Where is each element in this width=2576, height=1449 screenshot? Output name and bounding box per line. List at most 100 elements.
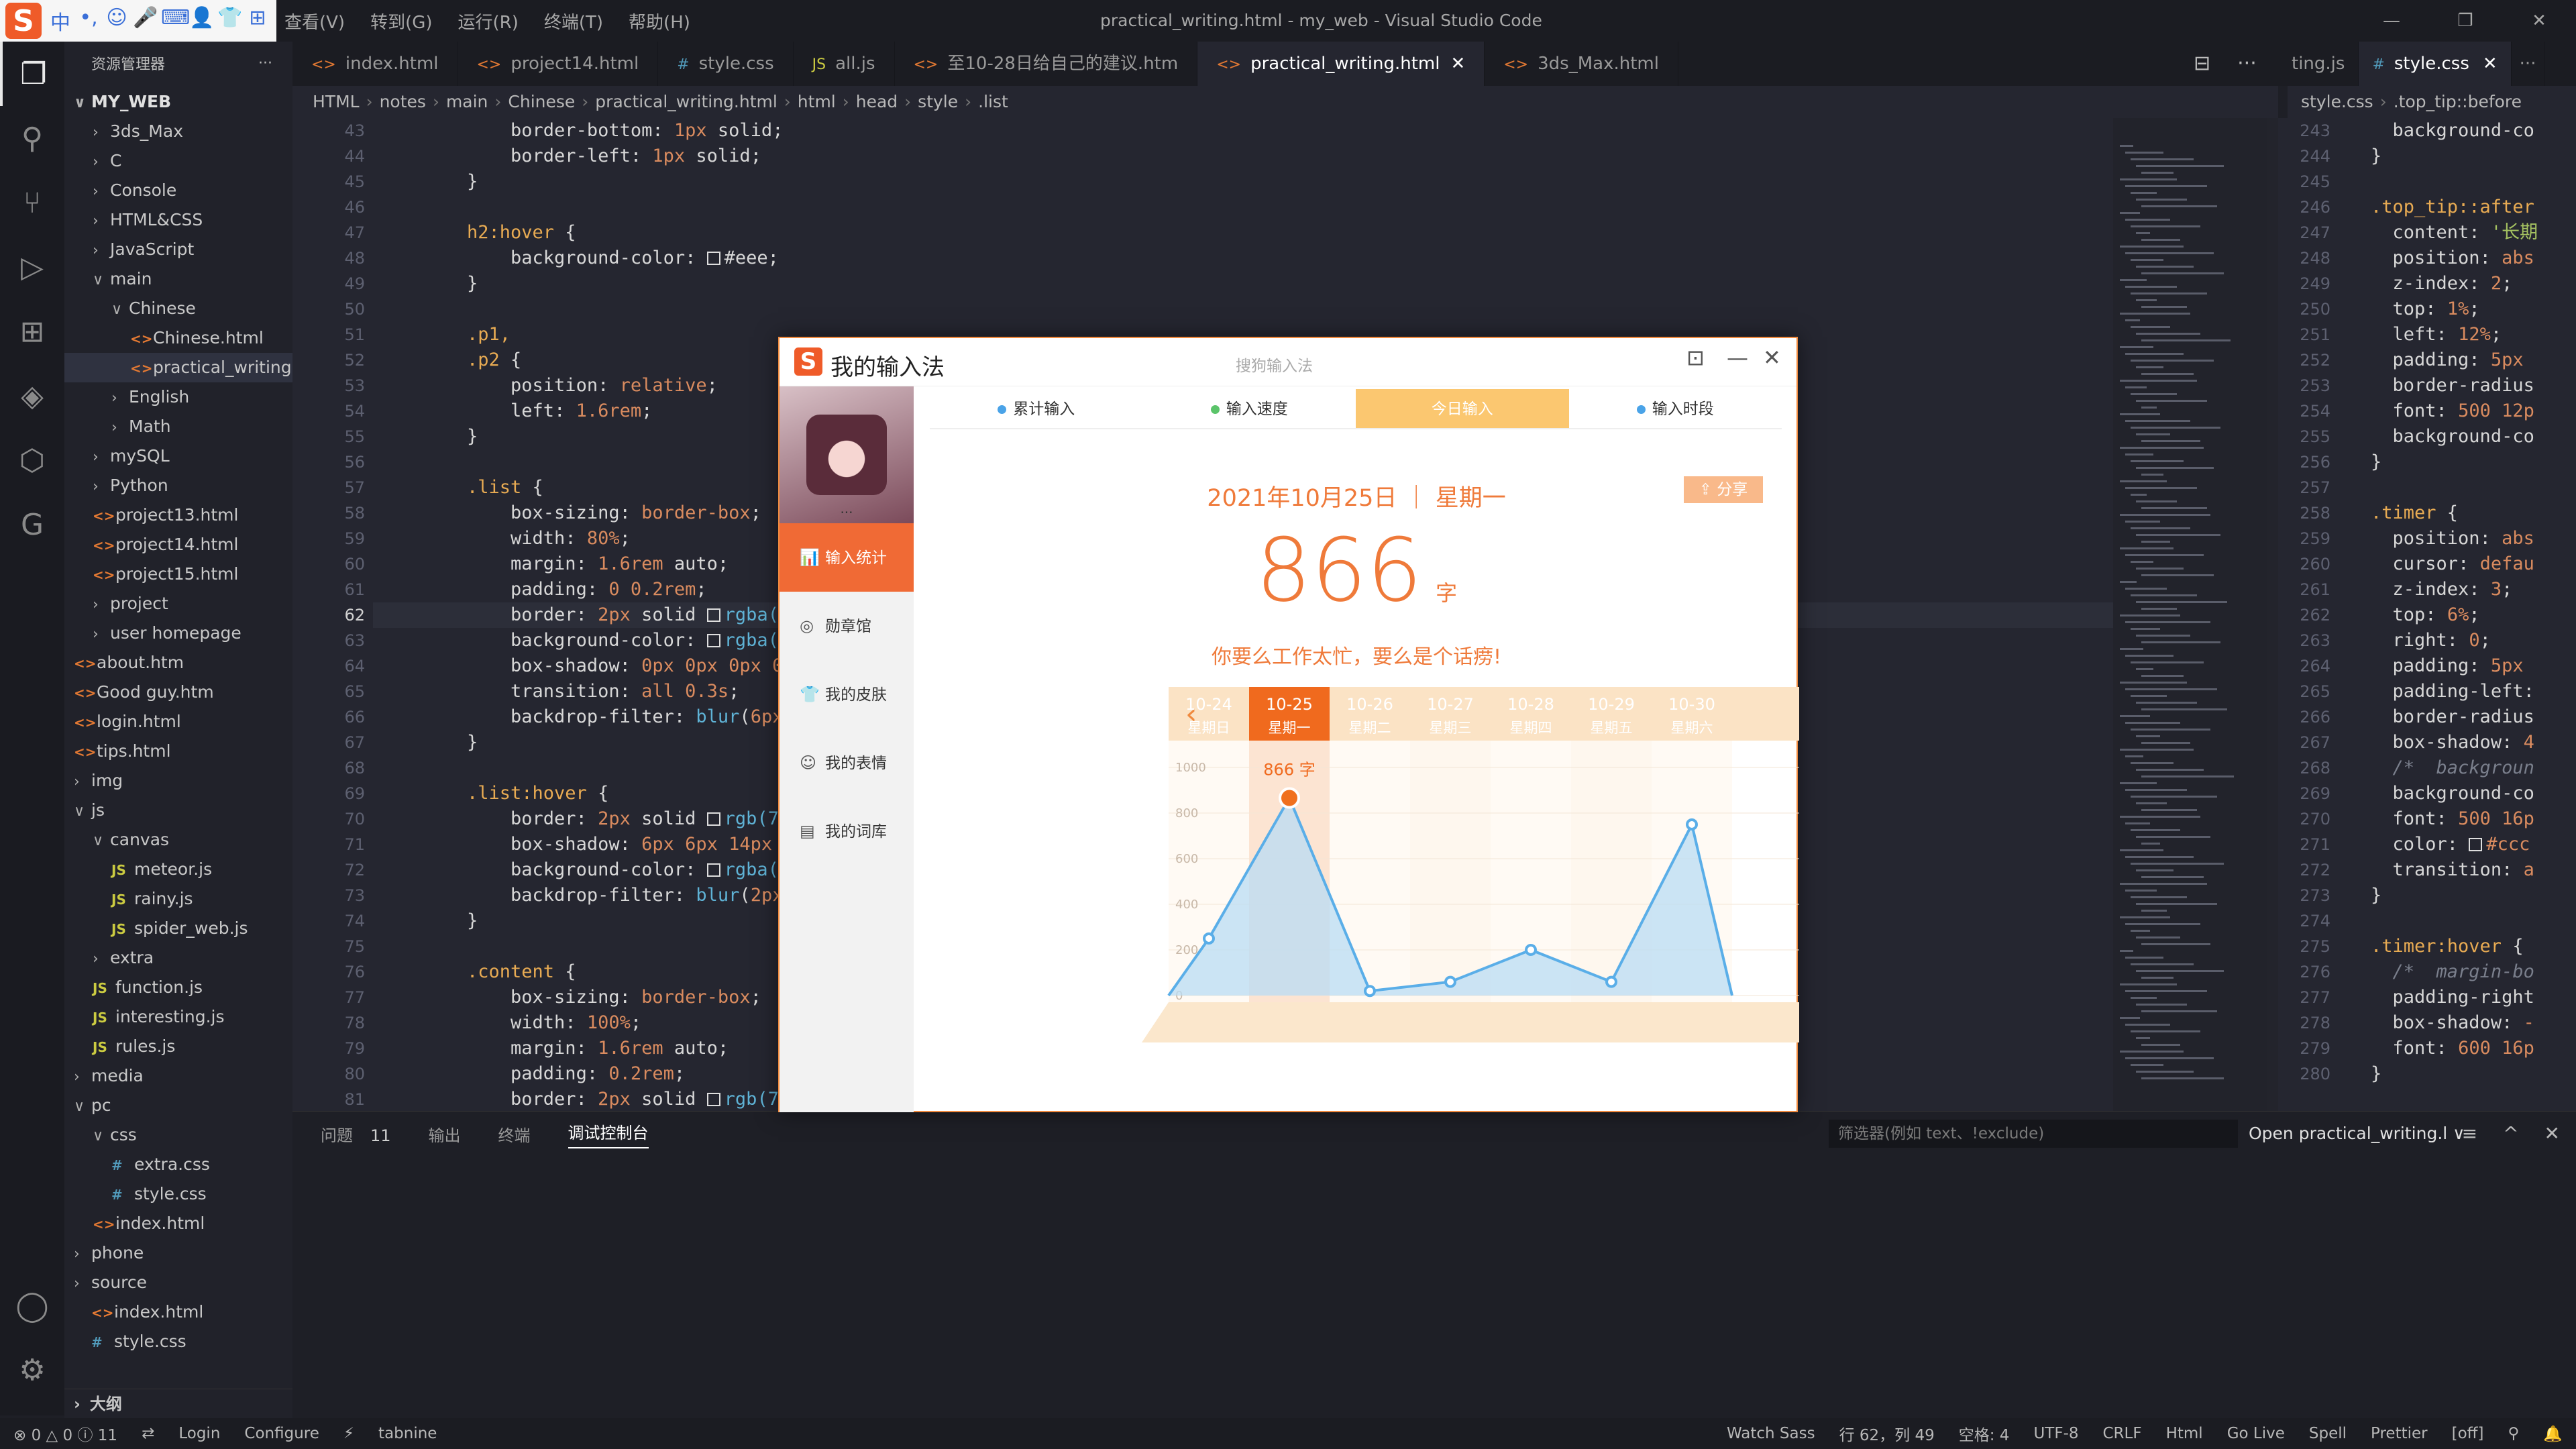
ime-toolbar-icon[interactable]: •, xyxy=(76,6,101,36)
menu-item[interactable]: 转到(G) xyxy=(370,9,432,34)
feedback-icon[interactable]: ⊡ xyxy=(1686,345,1705,370)
tree-folder[interactable]: ∨ canvas xyxy=(64,825,292,855)
search-icon[interactable]: ⚲ xyxy=(0,106,64,170)
tree-folder[interactable]: › phone xyxy=(64,1238,292,1268)
tree-file[interactable]: JS rules.js xyxy=(64,1032,292,1061)
tree-folder[interactable]: › media xyxy=(64,1061,292,1091)
status-item[interactable]: Login xyxy=(178,1425,220,1442)
color-swatch[interactable] xyxy=(706,863,720,877)
split-editor-icon[interactable]: ⊟ xyxy=(2194,42,2210,86)
tree-file[interactable]: <>tips.html xyxy=(64,737,292,766)
status-item[interactable]: Configure xyxy=(244,1425,319,1442)
stats-tab[interactable]: 累计输入 xyxy=(930,389,1143,428)
tree-file[interactable]: # style.css xyxy=(64,1179,292,1209)
ime-toolbar-icon[interactable]: ⌨ xyxy=(161,6,190,36)
tree-folder[interactable]: › mySQL xyxy=(64,441,292,471)
editor-tab[interactable]: # style.css xyxy=(658,42,794,86)
color-swatch[interactable] xyxy=(2469,838,2483,851)
tree-folder[interactable]: › Math xyxy=(64,412,292,441)
close-icon[interactable]: ✕ xyxy=(2502,0,2576,42)
tree-file[interactable]: <>index.html xyxy=(64,1209,292,1238)
tree-file[interactable]: # extra.css xyxy=(64,1150,292,1179)
breadcrumb-item[interactable]: head xyxy=(856,92,898,111)
account-icon[interactable]: ◯ xyxy=(0,1273,64,1338)
editor-tab[interactable]: <> practical_writing.html ✕ xyxy=(1197,42,1485,86)
breadcrumb-item[interactable]: notes xyxy=(380,92,426,111)
close-panel-icon[interactable]: ✕ xyxy=(2544,1120,2560,1148)
tree-folder[interactable]: › img xyxy=(64,766,292,796)
tree-file[interactable]: JS spider_web.js xyxy=(64,914,292,943)
run-debug-icon[interactable]: ▷ xyxy=(0,235,64,299)
editor-tab[interactable]: ting.js xyxy=(2278,42,2359,86)
status-item[interactable]: Spell xyxy=(2309,1425,2347,1442)
gitlens-icon[interactable]: G xyxy=(0,492,64,557)
tree-folder[interactable]: ∨ Chinese xyxy=(64,294,292,323)
close-icon[interactable]: ✕ xyxy=(1763,345,1781,370)
tree-folder[interactable]: ∨ js xyxy=(64,796,292,825)
status-item[interactable]: ⚡ xyxy=(343,1425,354,1442)
editor-tab[interactable]: <> 3ds_Max.html xyxy=(1485,42,1678,86)
panel-tab[interactable]: 输出 xyxy=(429,1122,461,1146)
tree-file[interactable]: <>login.html xyxy=(64,707,292,737)
tree-file[interactable]: JS function.js xyxy=(64,973,292,1002)
restore-icon[interactable]: ❐ xyxy=(2428,0,2502,42)
tree-folder[interactable]: › Python xyxy=(64,471,292,500)
status-item[interactable]: UTF-8 xyxy=(2033,1425,2078,1442)
sogou-logo-icon[interactable]: S xyxy=(5,3,42,39)
color-swatch[interactable] xyxy=(706,1093,720,1106)
breadcrumb-item[interactable]: .top_tip::before xyxy=(2394,92,2522,111)
tree-folder[interactable]: › source xyxy=(64,1268,292,1297)
menu-item[interactable]: 终端(T) xyxy=(544,9,603,34)
tree-file[interactable]: <>index.html xyxy=(64,1297,292,1327)
color-swatch[interactable] xyxy=(706,252,720,265)
editor-tab[interactable]: # style.css ✕ xyxy=(2359,42,2512,86)
status-item[interactable]: Watch Sass xyxy=(1727,1425,1815,1442)
tree-folder[interactable]: ∨ pc xyxy=(64,1091,292,1120)
tree-file[interactable]: <>Chinese.html xyxy=(64,323,292,353)
extensions-icon[interactable]: ⊞ xyxy=(0,299,64,364)
panel-filter-input[interactable]: 筛选器(例如 text、!exclude) xyxy=(1829,1120,2238,1148)
color-swatch[interactable] xyxy=(706,634,720,647)
tree-folder[interactable]: › extra xyxy=(64,943,292,973)
more-actions-icon[interactable]: ··· xyxy=(2512,42,2545,86)
tree-folder[interactable]: ∨ css xyxy=(64,1120,292,1150)
share-button[interactable]: ⇪ 分享 xyxy=(1684,476,1763,503)
status-item[interactable]: ⇄ xyxy=(142,1425,154,1442)
breadcrumb-item[interactable]: practical_writing.html xyxy=(595,92,777,111)
tree-file[interactable]: <>project15.html xyxy=(64,559,292,589)
menu-item[interactable]: 帮助(H) xyxy=(629,9,690,34)
files-icon[interactable]: ❐ xyxy=(0,42,64,106)
menu-item[interactable]: 运行(R) xyxy=(458,9,519,34)
status-item[interactable]: ⊗ 0 △ 0 ⓘ 11 xyxy=(13,1422,117,1445)
stats-tab[interactable]: 输入速度 xyxy=(1143,389,1356,428)
status-item[interactable]: Go Live xyxy=(2227,1425,2285,1442)
breadcrumb-item[interactable]: html xyxy=(798,92,836,111)
close-icon[interactable]: ✕ xyxy=(2483,54,2498,74)
breadcrumb-item[interactable]: style xyxy=(918,92,958,111)
status-item[interactable]: [off] xyxy=(2452,1425,2484,1442)
minimize-icon[interactable]: — xyxy=(2355,0,2428,42)
tree-folder[interactable]: › C xyxy=(64,146,292,176)
tree-file[interactable]: <>project13.html xyxy=(64,500,292,530)
tree-folder[interactable]: ∨ MY_WEB xyxy=(64,87,292,117)
ime-toolbar-icon[interactable]: ⊞ xyxy=(246,6,270,36)
status-item[interactable]: 🔔 xyxy=(2543,1425,2563,1443)
tree-file[interactable]: JS rainy.js xyxy=(64,884,292,914)
stats-tab[interactable]: 今日输入 xyxy=(1356,389,1569,428)
panel-tab[interactable]: 问题 11 xyxy=(321,1122,391,1146)
ime-toolbar-icon[interactable]: ☺ xyxy=(105,6,129,36)
maximize-panel-icon[interactable]: ^ xyxy=(2503,1120,2518,1148)
docker-icon[interactable]: ◈ xyxy=(0,364,64,428)
clear-console-icon[interactable]: ≡ xyxy=(2462,1120,2477,1148)
editor-tab[interactable]: <> project14.html xyxy=(458,42,659,86)
explorer-more-button[interactable]: ··· xyxy=(258,55,272,72)
dialog-nav-item[interactable]: ☺ 我的表情 xyxy=(780,729,914,797)
tree-folder[interactable]: › user homepage xyxy=(64,619,292,648)
menu-item[interactable]: 查看(V) xyxy=(284,9,345,34)
tree-file[interactable]: <>practical_writing... xyxy=(64,353,292,382)
status-item[interactable]: ⚲ xyxy=(2508,1425,2520,1442)
tree-file[interactable]: <>Good guy.htm xyxy=(64,678,292,707)
dialog-nav-item[interactable]: 👕 我的皮肤 xyxy=(780,660,914,729)
ime-toolbar-icon[interactable]: 👕 xyxy=(217,6,242,36)
breadcrumb-item[interactable]: style.css xyxy=(2301,92,2373,111)
